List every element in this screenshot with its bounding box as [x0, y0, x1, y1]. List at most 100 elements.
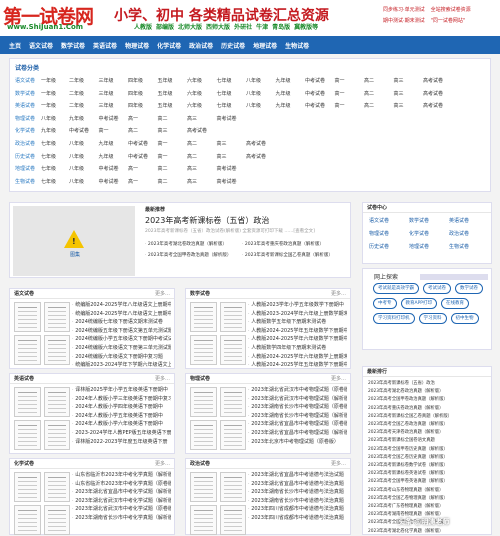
- category-link[interactable]: 八年级: [41, 115, 69, 125]
- search-tag[interactable]: 教育APP打印: [400, 298, 438, 309]
- header-link[interactable]: "同一试卷网站": [431, 16, 466, 27]
- list-item[interactable]: 人教版2024-2025学年六年级数学下册期中: [248, 335, 347, 344]
- paper-thumbnail[interactable]: [14, 302, 41, 332]
- category-link[interactable]: 高三: [187, 165, 217, 175]
- category-link[interactable]: 六年级: [187, 90, 217, 100]
- list-item[interactable]: 2023年湖北省武汉市中考物理试题（原卷版）: [248, 386, 347, 395]
- center-link[interactable]: 英语试卷: [449, 216, 489, 227]
- nav-item-physics[interactable]: 物理试卷: [125, 41, 149, 50]
- category-link[interactable]: 三年级: [99, 90, 129, 100]
- search-tag[interactable]: 在线教育: [441, 298, 470, 309]
- paper-thumbnail[interactable]: [190, 335, 217, 365]
- category-link[interactable]: 高二: [158, 115, 188, 125]
- ranking-item[interactable]: 2023年高考新课标卷英语试卷（解析版）: [368, 470, 487, 478]
- category-link[interactable]: 高三: [217, 153, 247, 163]
- list-item[interactable]: 2023-2024学年人教PEP版五年级英语下册: [72, 429, 171, 438]
- list-item[interactable]: 山东省临沂市2023年中考化学真题（解析版）: [72, 471, 171, 480]
- center-link[interactable]: 生物试卷: [449, 242, 489, 253]
- list-item[interactable]: 人教版数学五年级下册期末测试卷: [248, 318, 347, 327]
- category-link[interactable]: 九年级: [276, 77, 306, 87]
- category-link[interactable]: 高考试卷: [246, 153, 276, 163]
- ranking-item[interactable]: 2023年高考全国甲卷政治真题（解析版）: [368, 396, 487, 404]
- nav-item-chemistry[interactable]: 化学试卷: [157, 41, 181, 50]
- category-label[interactable]: 化学试卷: [15, 127, 41, 137]
- category-link[interactable]: 高考试卷: [187, 127, 217, 137]
- category-link[interactable]: 二年级: [69, 90, 99, 100]
- category-link[interactable]: 高一: [128, 165, 158, 175]
- nav-item-chinese[interactable]: 语文试卷: [29, 41, 53, 50]
- search-tag[interactable]: 考试试卷: [423, 283, 451, 294]
- category-link[interactable]: 中考试卷: [99, 165, 129, 175]
- list-item[interactable]: 人教版2024-2025学年五年级数学下册期中: [248, 327, 347, 336]
- category-link[interactable]: 高二: [187, 140, 217, 150]
- ranking-item[interactable]: 2023年高考重庆卷政治真题（解析版）: [368, 405, 487, 413]
- category-label[interactable]: 语文试卷: [15, 77, 41, 87]
- ranking-item[interactable]: 2023年高考全国甲卷英语真题（解析版）: [368, 478, 487, 486]
- category-link[interactable]: 高三: [394, 90, 424, 100]
- list-item[interactable]: 2023年湖南省长沙市中考物理试题（原卷版）: [248, 403, 347, 412]
- category-link[interactable]: 高考试卷: [217, 178, 247, 188]
- ranking-item[interactable]: 2023年高考新课标卷数学试卷（解析版）: [368, 462, 487, 470]
- category-link[interactable]: 高二: [364, 90, 394, 100]
- category-link[interactable]: 五年级: [158, 90, 188, 100]
- paper-thumbnail[interactable]: [14, 420, 41, 450]
- category-link[interactable]: 高一: [335, 77, 365, 87]
- category-link[interactable]: 九年级: [99, 140, 129, 150]
- paper-thumbnail[interactable]: [190, 387, 217, 417]
- paper-thumbnail[interactable]: [43, 420, 70, 450]
- paper-thumbnail[interactable]: [219, 505, 246, 535]
- list-item[interactable]: 2023年湖南省长沙市中考道德与法治真题（解析版）: [248, 488, 347, 497]
- list-item[interactable]: 2024年人教版小学四年级英语下册期中: [72, 403, 171, 412]
- list-item[interactable]: 统编版2024-2025学年八年级语文上册期中模: [72, 301, 171, 310]
- search-tag[interactable]: 学习资料: [418, 313, 447, 324]
- paper-thumbnail[interactable]: [190, 302, 217, 332]
- category-link[interactable]: 九年级: [276, 102, 306, 112]
- category-link[interactable]: 八年级: [69, 140, 99, 150]
- ranking-item[interactable]: 2023年高考全国乙卷物理真题（解析版）: [368, 495, 487, 503]
- category-link[interactable]: 高三: [187, 115, 217, 125]
- category-link[interactable]: 四年级: [128, 90, 158, 100]
- paper-thumbnail[interactable]: [14, 387, 41, 417]
- category-link[interactable]: 高二: [187, 153, 217, 163]
- category-link[interactable]: 七年级: [41, 178, 69, 188]
- list-item[interactable]: 2023年湖南省长沙市中考物理试题（解析版）: [248, 412, 347, 421]
- category-link[interactable]: 九年级: [99, 153, 129, 163]
- category-label[interactable]: 生物试卷: [15, 178, 41, 188]
- nav-item-english[interactable]: 英语试卷: [93, 41, 117, 50]
- search-tag[interactable]: 学习资料打印机: [373, 313, 415, 324]
- category-link[interactable]: 高一: [158, 140, 188, 150]
- more-link[interactable]: 更多…: [155, 459, 170, 469]
- header-link[interactable]: 期中测试·期末测试: [383, 16, 425, 27]
- category-link[interactable]: 高一: [128, 115, 158, 125]
- list-item[interactable]: 2024年人教版小学三年级英语下册期中复习: [72, 395, 171, 404]
- nav-item-politics[interactable]: 政治试卷: [189, 41, 213, 50]
- category-label[interactable]: 物理试卷: [15, 115, 41, 125]
- list-item[interactable]: 2024年人教版小学五年级英语下册期中: [72, 412, 171, 421]
- category-link[interactable]: 中考试卷: [99, 178, 129, 188]
- category-link[interactable]: 一年级: [41, 102, 69, 112]
- category-link[interactable]: 中考试卷: [305, 90, 335, 100]
- list-item[interactable]: 2023年高考湖北卷政治真题（解析版）: [145, 239, 231, 250]
- list-item[interactable]: 2023年四川省成都市中考道德与法治真题（解析版）: [248, 514, 347, 523]
- list-item[interactable]: 统编版2024-2025学年八年级语文上册期中: [72, 310, 171, 319]
- ranking-item[interactable]: 2023年高考新课标全国乙卷真题（解析版）: [368, 413, 487, 421]
- category-link[interactable]: 中考试卷: [305, 77, 335, 87]
- category-link[interactable]: 高三: [187, 178, 217, 188]
- category-link[interactable]: 中考试卷: [128, 153, 158, 163]
- search-tag[interactable]: 初中生物: [450, 313, 479, 324]
- category-link[interactable]: 二年级: [69, 77, 99, 87]
- list-item[interactable]: 2023年湖南省长沙市中考道德与法治真题（原卷版）: [248, 497, 347, 506]
- center-link[interactable]: 化学试卷: [409, 229, 449, 240]
- category-link[interactable]: 九年级: [41, 127, 69, 137]
- category-link[interactable]: 高三: [217, 140, 247, 150]
- category-link[interactable]: 五年级: [158, 102, 188, 112]
- nav-item-history[interactable]: 历史试卷: [221, 41, 245, 50]
- category-label[interactable]: 政治试卷: [15, 140, 41, 150]
- category-label[interactable]: 数学试卷: [15, 90, 41, 100]
- search-tag[interactable]: 中考专: [373, 298, 397, 309]
- paper-thumbnail[interactable]: [14, 472, 41, 502]
- list-item[interactable]: 2023年高考新课标全国乙卷真题（解析版）: [242, 250, 333, 261]
- category-link[interactable]: 三年级: [99, 102, 129, 112]
- list-item[interactable]: 人教版数学四年级下册期末测试卷: [248, 344, 347, 353]
- category-link[interactable]: 高三: [394, 102, 424, 112]
